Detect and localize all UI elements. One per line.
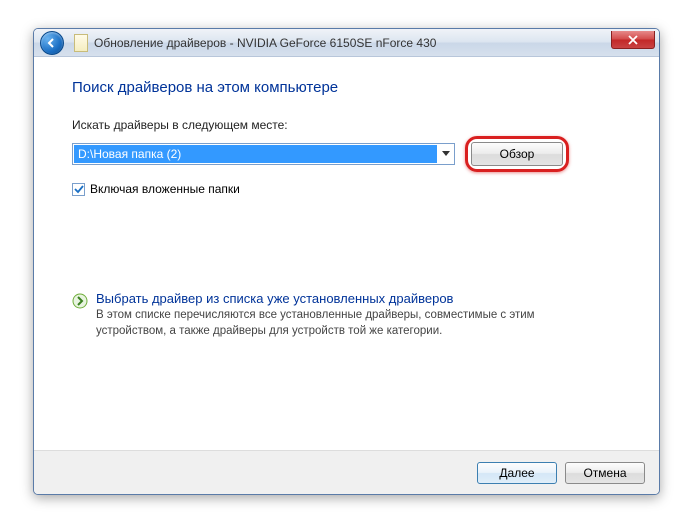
path-row: D:\Новая папка (2) Обзор bbox=[72, 136, 621, 172]
link-text-block: Выбрать драйвер из списка уже установлен… bbox=[96, 291, 586, 339]
link-description: В этом списке перечисляются все установл… bbox=[96, 308, 586, 339]
include-subfolders-row: Включая вложенные папки bbox=[72, 182, 621, 196]
arrow-right-icon bbox=[72, 293, 88, 309]
include-subfolders-label: Включая вложенные папки bbox=[90, 182, 240, 196]
next-button[interactable]: Далее bbox=[477, 462, 557, 484]
cancel-button[interactable]: Отмена bbox=[565, 462, 645, 484]
checkmark-icon bbox=[74, 184, 84, 194]
browse-highlight: Обзор bbox=[465, 136, 569, 172]
chevron-down-icon bbox=[442, 151, 450, 157]
include-subfolders-checkbox[interactable] bbox=[72, 183, 85, 196]
browse-button[interactable]: Обзор bbox=[471, 142, 563, 166]
driver-update-window: Обновление драйверов - NVIDIA GeForce 61… bbox=[33, 28, 660, 495]
back-arrow-icon bbox=[46, 37, 58, 49]
combo-dropdown-arrow[interactable] bbox=[438, 144, 454, 164]
close-icon bbox=[628, 35, 638, 45]
close-button[interactable] bbox=[611, 31, 655, 49]
content-area: Поиск драйверов на этом компьютере Искат… bbox=[34, 57, 659, 339]
titlebar: Обновление драйверов - NVIDIA GeForce 61… bbox=[34, 29, 659, 57]
back-button[interactable] bbox=[40, 31, 64, 55]
link-title: Выбрать драйвер из списка уже установлен… bbox=[96, 291, 586, 306]
document-icon bbox=[74, 34, 88, 52]
page-heading: Поиск драйверов на этом компьютере bbox=[72, 79, 621, 96]
search-location-label: Искать драйверы в следующем месте: bbox=[72, 118, 621, 132]
path-value: D:\Новая папка (2) bbox=[74, 145, 437, 163]
window-title: Обновление драйверов - NVIDIA GeForce 61… bbox=[94, 36, 436, 50]
footer: Далее Отмена bbox=[34, 450, 659, 494]
pick-from-list-link[interactable]: Выбрать драйвер из списка уже установлен… bbox=[72, 291, 621, 339]
path-combobox[interactable]: D:\Новая папка (2) bbox=[72, 143, 455, 165]
